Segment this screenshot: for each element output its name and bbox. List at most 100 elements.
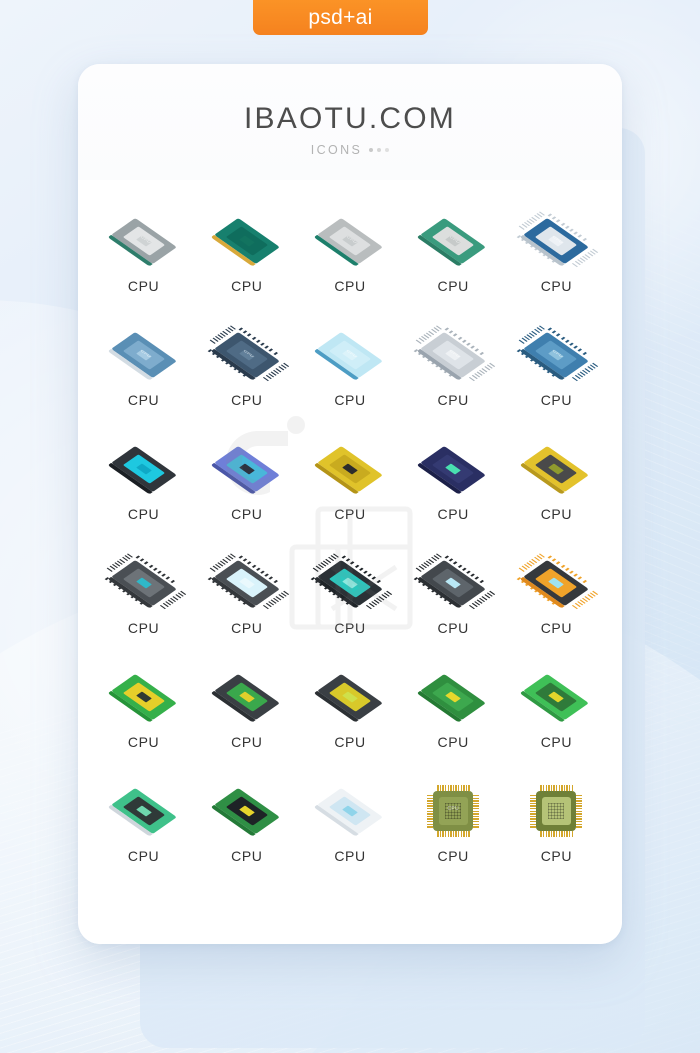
cpu-chip-icon[interactable]	[519, 440, 593, 503]
icon-cell[interactable]: CPU	[402, 426, 505, 540]
cpu-chip-icon[interactable]	[517, 553, 599, 617]
icon-cell[interactable]: CPU	[195, 768, 298, 882]
icon-cell[interactable]: CPU	[92, 540, 195, 654]
cpu-chip-icon[interactable]	[210, 782, 284, 845]
chip-body	[416, 445, 487, 495]
icon-cell[interactable]: CPU CPU	[402, 312, 505, 426]
cpu-chip-icon[interactable]	[107, 782, 181, 845]
chip-body	[104, 553, 186, 609]
cpu-chip-top-icon[interactable]: CPU	[416, 782, 490, 840]
icon-cell[interactable]: CPU CPU	[298, 198, 401, 312]
cpu-chip-icon[interactable]	[313, 440, 387, 503]
chip-top-face	[313, 445, 383, 495]
chip-body	[530, 785, 583, 837]
icon-label: CPU	[437, 278, 469, 294]
cpu-chip-icon[interactable]	[416, 668, 490, 731]
icon-cell[interactable]: CPU CPU	[402, 198, 505, 312]
card-header: IBAOTU.COM ICONS	[78, 64, 622, 180]
chip-top-face	[416, 559, 487, 609]
cpu-chip-icon[interactable]	[313, 782, 387, 845]
chip-core-die	[444, 691, 462, 703]
icon-cell[interactable]: CPU	[298, 768, 401, 882]
cpu-chip-icon[interactable]: CPU	[313, 212, 387, 275]
icon-cell[interactable]: CPU	[298, 426, 401, 540]
icon-label: CPU	[127, 278, 160, 294]
icon-cell[interactable]: CPU	[195, 654, 298, 768]
cpu-chip-icon[interactable]	[416, 440, 490, 503]
cpu-chip-icon[interactable]	[413, 553, 496, 617]
chip-core-die	[547, 463, 565, 475]
cpu-chip-icon[interactable]	[210, 440, 284, 503]
icon-cell[interactable]: CPU	[195, 198, 298, 312]
icon-cell[interactable]: CPU	[298, 540, 401, 654]
icon-cell[interactable]: CPU	[402, 540, 505, 654]
cpu-chip-icon[interactable]	[207, 553, 289, 617]
icon-cell[interactable]: CPU CPU	[402, 768, 505, 882]
chip-body	[107, 787, 177, 837]
cpu-chip-top-icon[interactable]	[519, 782, 593, 840]
cpu-chip-icon[interactable]: CPU	[517, 325, 599, 389]
icon-cell[interactable]: CPU CPU	[505, 312, 608, 426]
icon-cell[interactable]: CPU	[505, 426, 608, 540]
chip-top-face: CPU	[520, 217, 590, 267]
icon-cell[interactable]: CPU	[195, 426, 298, 540]
chip-core-die	[547, 691, 565, 703]
icon-cell[interactable]: CPU CPU	[92, 198, 195, 312]
cpu-chip-icon[interactable]	[313, 668, 387, 731]
cpu-chip-icon[interactable]	[107, 668, 181, 731]
cpu-chip-icon[interactable]: CPU	[517, 211, 599, 275]
icon-label: CPU	[334, 506, 366, 522]
chip-top-face: CPU	[313, 217, 383, 267]
cpu-chip-icon[interactable]	[107, 440, 181, 503]
icon-cell[interactable]: CPU CPU	[195, 312, 298, 426]
icon-cell[interactable]: CPU	[298, 654, 401, 768]
chip-core-die	[238, 577, 256, 589]
chip-body	[313, 445, 383, 495]
icon-cell[interactable]: CPU	[92, 426, 195, 540]
icon-label: CPU	[437, 734, 469, 750]
chip-body	[416, 673, 487, 723]
chip-core-die	[341, 577, 359, 589]
icon-cell[interactable]: CPU CPU	[92, 312, 195, 426]
cpu-chip-icon[interactable]	[519, 668, 593, 731]
chip-top-face: CPU	[416, 331, 487, 381]
icon-label: CPU	[540, 392, 573, 408]
chip-body	[520, 445, 590, 495]
icon-cell[interactable]: CPU	[505, 540, 608, 654]
icon-label: CPU	[540, 734, 573, 750]
icon-label: CPU	[127, 506, 160, 522]
cpu-chip-icon[interactable]	[310, 553, 393, 617]
icon-cell[interactable]: CPU	[402, 654, 505, 768]
chip-core-die	[444, 577, 462, 589]
cpu-chip-icon[interactable]: CPU	[107, 326, 181, 389]
chip-top-face	[416, 445, 487, 495]
icon-cell[interactable]: CPU CPU	[505, 198, 608, 312]
chip-core-die	[135, 691, 153, 703]
icon-cell[interactable]: CPU	[92, 654, 195, 768]
cpu-chip-icon[interactable]: CPU	[416, 212, 490, 275]
cpu-chip-icon[interactable]: CPU	[413, 325, 496, 389]
chip-core-die	[238, 235, 256, 247]
cpu-chip-icon[interactable]: CPU	[313, 326, 387, 389]
icon-cell[interactable]: CPU	[505, 654, 608, 768]
cpu-chip-icon[interactable]	[104, 553, 186, 617]
chip-top-face	[416, 673, 487, 723]
cpu-chip-icon[interactable]: CPU	[107, 212, 181, 275]
cpu-chip-icon[interactable]	[210, 668, 284, 731]
cpu-chip-icon[interactable]	[210, 212, 284, 275]
icon-label: CPU	[231, 278, 263, 294]
icon-cell[interactable]: CPU CPU	[298, 312, 401, 426]
icon-label: CPU	[437, 620, 469, 636]
chip-top-face	[520, 673, 590, 723]
icon-cell[interactable]: CPU	[195, 540, 298, 654]
icon-label: CPU	[540, 848, 573, 864]
chip-top-face	[107, 559, 177, 609]
icon-cell[interactable]: CPU	[505, 768, 608, 882]
chip-body: CPU	[107, 331, 177, 381]
chip-body	[313, 787, 383, 837]
chip-core-die	[547, 577, 565, 589]
chip-top-face	[210, 673, 280, 723]
icon-cell[interactable]: CPU	[92, 768, 195, 882]
cpu-chip-icon[interactable]: CPU	[207, 325, 289, 389]
icon-label: CPU	[127, 734, 160, 750]
